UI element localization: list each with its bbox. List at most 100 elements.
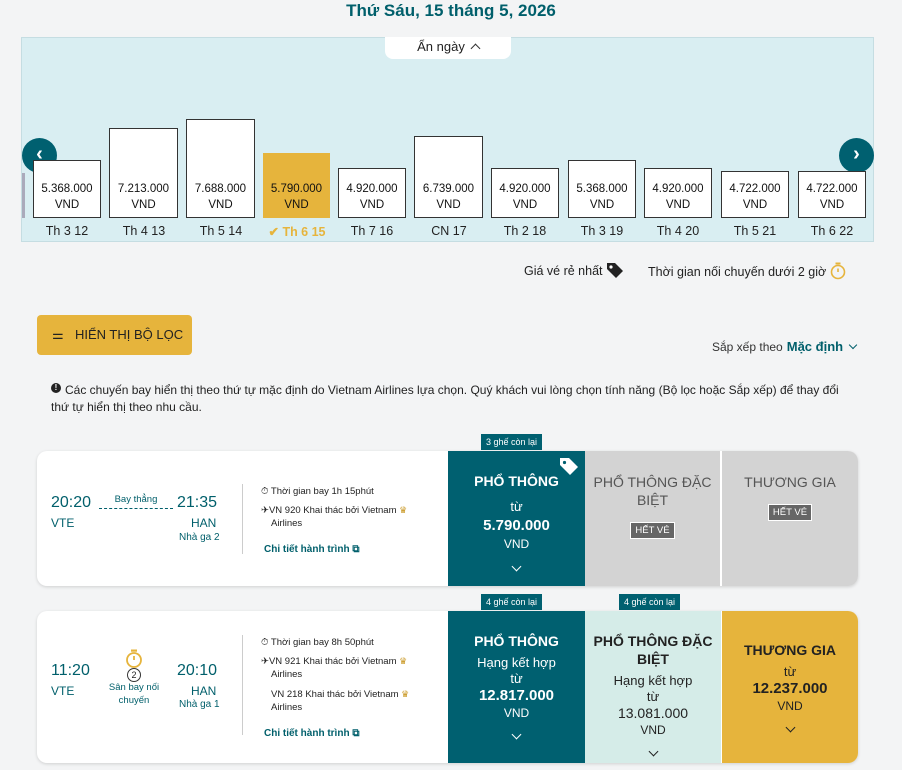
date-label-selected[interactable]: ✔ Th 6 15 bbox=[257, 224, 337, 239]
duration-text: Thời gian bay 1h 15phút bbox=[270, 486, 374, 497]
sold-out-badge: HẾT VÉ bbox=[630, 522, 675, 539]
fare-sub: Hạng kết hợp bbox=[613, 673, 693, 688]
chevron-down-icon bbox=[511, 561, 522, 572]
arrival-time: 21:35 bbox=[177, 494, 218, 511]
divider bbox=[242, 635, 243, 735]
terminal: Nhà ga 1 bbox=[179, 699, 220, 710]
chevron-down-icon bbox=[848, 340, 858, 350]
airline-logo-icon: ♛ bbox=[401, 689, 410, 699]
fare-name: PHỔ THÔNG bbox=[474, 633, 559, 649]
stops-count: 2 bbox=[127, 668, 141, 682]
fare-price: 12.817.000 bbox=[478, 687, 555, 704]
date-price: 4.920.000 bbox=[346, 183, 398, 195]
sort-control[interactable]: Sắp xếp theo Mặc định bbox=[712, 339, 858, 354]
flight-card: 11:20 VTE 2 Sân bay nối chuyến 20:10 HAN… bbox=[37, 611, 858, 763]
fare-premium[interactable]: PHỔ THÔNG ĐẶC BIỆT Hạng kết hợp từ 13.08… bbox=[585, 611, 721, 763]
segment-airline: Airlines bbox=[271, 518, 303, 529]
date-price: 6.739.000 bbox=[422, 183, 475, 195]
date-bar[interactable]: 4.920.000 VND bbox=[338, 168, 406, 218]
hide-dates-label: Ẩn ngày bbox=[417, 39, 465, 54]
date-bar[interactable]: 4.920.000 VND bbox=[491, 168, 559, 218]
fare-name: PHỔ THÔNG ĐẶC BIỆT bbox=[593, 633, 713, 667]
legend-cheapest: Giá vé rẻ nhất bbox=[524, 262, 624, 278]
stop-label: Bay thẳng bbox=[114, 494, 158, 505]
date-label[interactable]: Th 5 21 bbox=[715, 224, 795, 238]
date-price: 7.213.000 bbox=[117, 183, 170, 195]
segment-flight: VN 921 Khai thác bởi Vietnam bbox=[268, 656, 397, 667]
date-label[interactable]: Th 3 12 bbox=[27, 224, 107, 238]
date-bar[interactable]: 5.368.000 VND bbox=[568, 160, 636, 218]
fare-economy[interactable]: PHỔ THÔNG từ 5.790.000 VND bbox=[448, 451, 585, 586]
date-label[interactable]: Th 4 13 bbox=[104, 224, 184, 238]
fare-from: từ bbox=[646, 689, 660, 704]
fare-premium: PHỔ THÔNG ĐẶC BIỆT HẾT VÉ bbox=[585, 451, 721, 586]
date-bar[interactable]: 5.368.000 VND bbox=[33, 160, 101, 218]
segment-airline: Airlines bbox=[271, 702, 303, 713]
date-bar[interactable]: 4.722.000 VND bbox=[721, 171, 789, 218]
date-label[interactable]: Th 3 19 bbox=[562, 224, 642, 238]
departure-code: VTE bbox=[51, 684, 75, 698]
fare-economy[interactable]: PHỔ THÔNG Hạng kết hợp từ 12.817.000 VND bbox=[448, 611, 585, 763]
date-currency: VND bbox=[665, 199, 691, 211]
next-dates-button[interactable]: › bbox=[839, 138, 874, 173]
segment-flight: VN 920 Khai thác bởi Vietnam bbox=[268, 505, 397, 516]
fare-business[interactable]: THƯƠNG GIA từ 12.237.000 VND bbox=[722, 611, 858, 763]
date-label[interactable]: Th 7 16 bbox=[332, 224, 412, 238]
terminal: Nhà ga 2 bbox=[179, 532, 220, 543]
show-filter-button[interactable]: ⚌ HIỂN THỊ BỘ LỌC bbox=[37, 315, 192, 355]
fare-price: 12.237.000 bbox=[752, 680, 828, 697]
date-bar[interactable]: 4.722.000 VND bbox=[798, 171, 866, 218]
legend-cheapest-text: Giá vé rẻ nhất bbox=[524, 264, 603, 278]
flight-details-link[interactable]: Chi tiết hành trình ⧉ bbox=[264, 728, 359, 739]
segment: ✈VN 920 Khai thác bởi Vietnam ♛ Airlines bbox=[261, 504, 436, 530]
date-label[interactable]: Th 5 14 bbox=[181, 224, 261, 238]
external-link-icon: ⧉ bbox=[352, 728, 360, 739]
clock-icon: ⏱ bbox=[261, 486, 271, 497]
date-price: 5.790.000 bbox=[270, 183, 323, 195]
date-label[interactable]: Th 6 22 bbox=[792, 224, 872, 238]
date-bar[interactable]: 7.688.000 VND bbox=[186, 119, 255, 218]
sort-value: Mặc định bbox=[786, 339, 844, 354]
chevron-down-icon bbox=[648, 746, 658, 757]
fare-currency: VND bbox=[503, 706, 530, 720]
info-text: Các chuyến bay hiển thị theo thứ tự mặc … bbox=[51, 383, 839, 414]
fare-sub: Hạng kết hợp bbox=[477, 655, 556, 670]
flight-details-link[interactable]: Chi tiết hành trình ⧉ bbox=[264, 544, 359, 555]
arrival-code: HAN bbox=[191, 516, 217, 530]
date-bar-selected[interactable]: 5.790.000 VND bbox=[263, 153, 330, 218]
chevron-down-icon bbox=[511, 729, 522, 740]
segment: VN 218 Khai thác bởi Vietnam ♛ Airlines bbox=[261, 688, 436, 714]
date-price: 4.920.000 bbox=[652, 183, 704, 195]
date-strip: Ẩn ngày ‹ › 5.368.000 VND 7.213.000 VND 7.… bbox=[21, 37, 874, 242]
fare-name: THƯƠNG GIA bbox=[744, 642, 836, 658]
date-label[interactable]: CN 17 bbox=[409, 224, 489, 238]
fare-price: 13.081.000 bbox=[617, 705, 689, 721]
departure-time: 11:20 bbox=[51, 662, 90, 679]
date-label[interactable]: Th 2 18 bbox=[485, 224, 565, 238]
stopwatch-icon bbox=[830, 262, 845, 280]
hide-dates-toggle[interactable]: Ẩn ngày bbox=[385, 37, 511, 59]
details-link-text: Chi tiết hành trình bbox=[264, 728, 350, 739]
date-label[interactable]: Th 4 20 bbox=[638, 224, 718, 238]
segment-airline: Airlines bbox=[271, 669, 303, 680]
date-bar[interactable]: 4.920.000 VND bbox=[644, 168, 712, 218]
fare-business: THƯƠNG GIA HẾT VÉ bbox=[722, 451, 858, 586]
duration: ⏱ Thời gian bay 1h 15phút bbox=[261, 485, 374, 498]
segment-flight: VN 218 Khai thác bởi Vietnam bbox=[271, 689, 399, 700]
divider bbox=[242, 484, 243, 554]
price-tag-icon bbox=[607, 263, 623, 278]
date-currency: VND bbox=[436, 199, 461, 211]
arrival-code: HAN bbox=[191, 684, 217, 698]
plane-icon: ✈ bbox=[261, 656, 269, 667]
route-line bbox=[99, 508, 173, 509]
fare-price: 5.790.000 bbox=[483, 517, 550, 534]
page-title: Thứ Sáu, 15 tháng 5, 2026 bbox=[346, 1, 556, 20]
date-bar[interactable]: 7.213.000 VND bbox=[109, 128, 178, 218]
legend-short-connection: Thời gian nối chuyến dưới 2 giờ bbox=[648, 262, 846, 280]
date-currency: VND bbox=[512, 199, 538, 211]
chevron-down-icon bbox=[785, 722, 795, 733]
seats-left-badge: 4 ghế còn lại bbox=[619, 594, 681, 610]
check-circle-icon: ✔ bbox=[268, 225, 283, 239]
date-price: 4.722.000 bbox=[729, 183, 781, 195]
date-bar[interactable]: 6.739.000 VND bbox=[414, 136, 483, 218]
